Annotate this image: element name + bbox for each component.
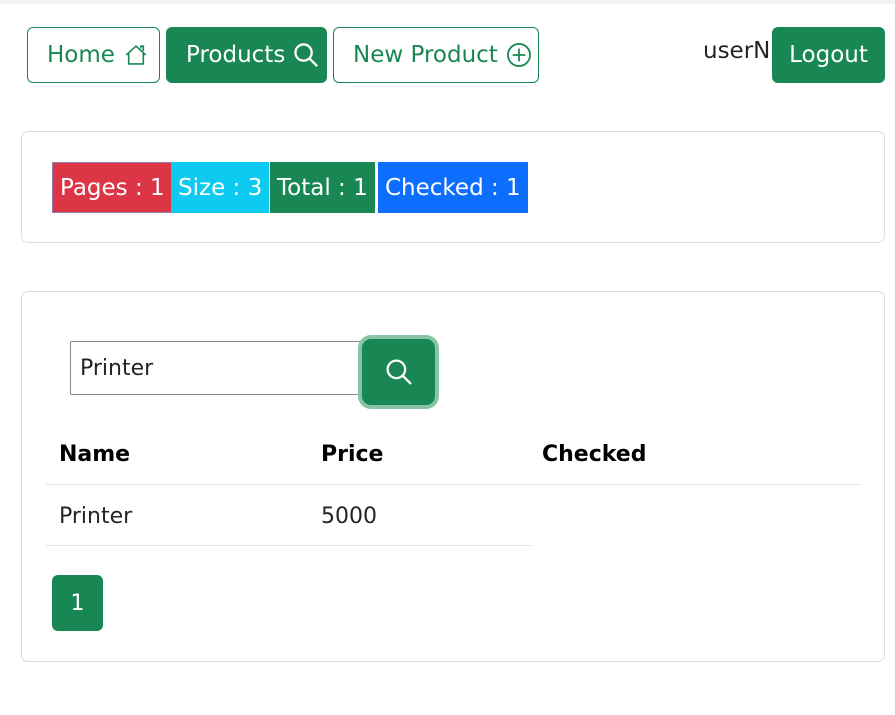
- new-product-button[interactable]: New Product: [333, 27, 539, 83]
- search-button[interactable]: [362, 339, 435, 405]
- house-icon: [123, 42, 149, 68]
- home-button[interactable]: Home: [27, 27, 160, 83]
- search-input[interactable]: [70, 341, 361, 395]
- checked-badge: Checked : 1: [378, 162, 528, 213]
- column-header-price: Price: [321, 442, 384, 467]
- search-icon: [385, 359, 412, 385]
- products-button-label: Products: [186, 42, 286, 68]
- column-header-name: Name: [59, 442, 131, 467]
- total-badge: Total : 1: [270, 162, 375, 213]
- products-card: Name Price Checked Printer 5000 1: [21, 291, 885, 662]
- cell-product-name: Printer: [59, 504, 133, 529]
- username: userN: [703, 38, 771, 64]
- pages-badge: Pages : 1: [52, 162, 173, 213]
- row-divider: [46, 545, 531, 546]
- new-product-button-label: New Product: [353, 42, 498, 68]
- column-header-checked: Checked: [542, 442, 647, 467]
- stats-card: Pages : 1 Size : 3 Total : 1 Checked : 1: [21, 131, 885, 243]
- header-divider: [46, 484, 861, 485]
- page-button-1[interactable]: 1: [52, 575, 103, 631]
- products-button[interactable]: Products: [166, 27, 327, 83]
- top-border: [0, 0, 895, 4]
- home-button-label: Home: [47, 42, 115, 68]
- size-badge: Size : 3: [171, 162, 270, 213]
- plus-circle-icon: [506, 42, 532, 68]
- logout-button[interactable]: Logout: [772, 27, 885, 83]
- cell-product-price: 5000: [321, 504, 377, 529]
- search-icon: [293, 42, 319, 68]
